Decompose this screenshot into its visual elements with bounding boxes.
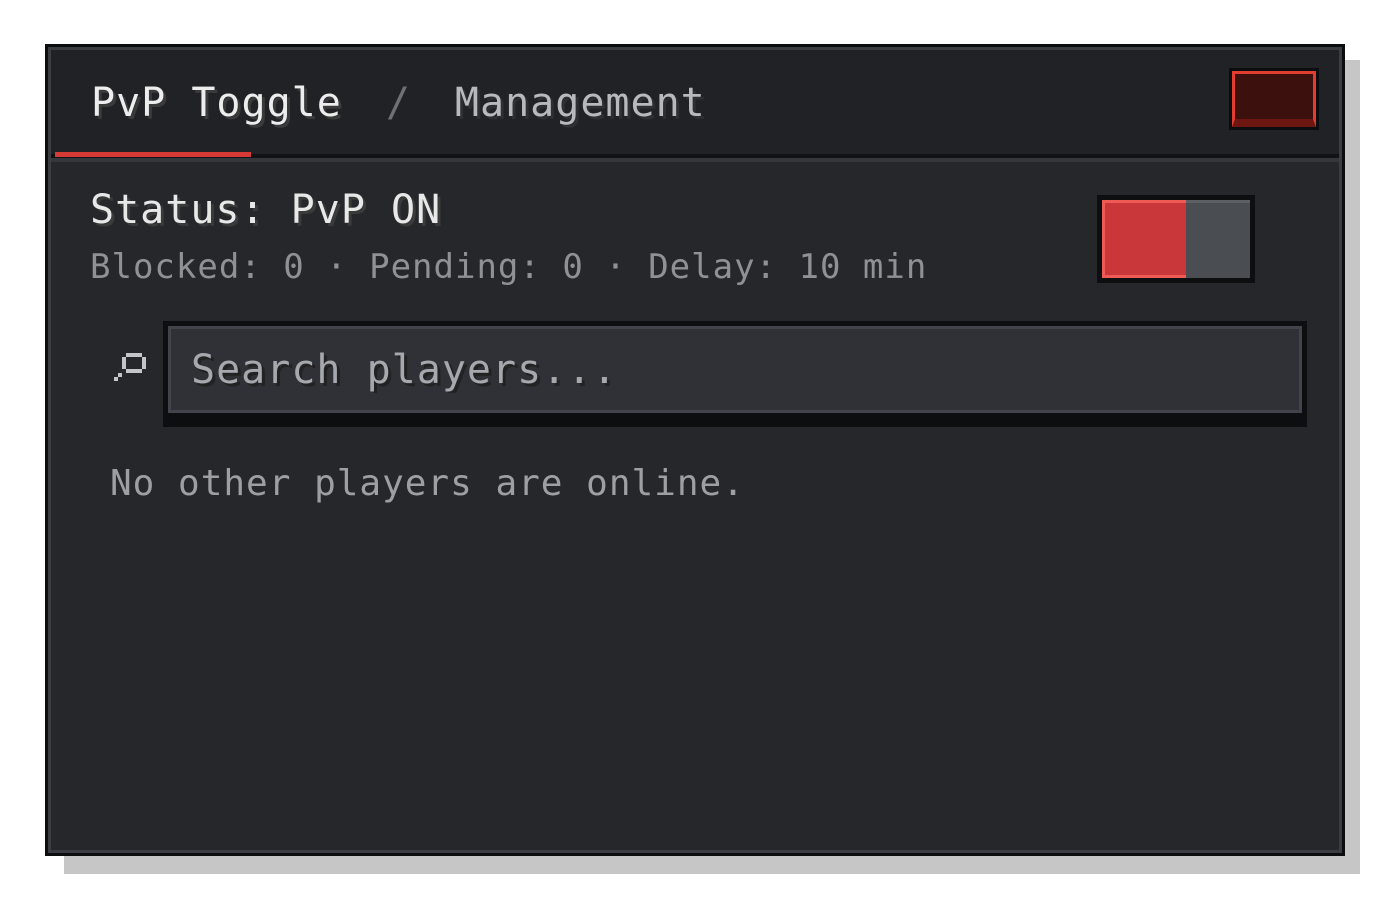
status-details: Blocked: 0 · Pending: 0 · Delay: 10 min xyxy=(90,247,928,287)
toggle-on-segment xyxy=(1102,200,1186,278)
search-input-frame xyxy=(163,321,1307,427)
search-field xyxy=(168,326,1302,413)
search-input[interactable] xyxy=(189,345,1299,394)
close-button[interactable] xyxy=(1229,68,1319,130)
pvp-toggle-switch[interactable] xyxy=(1097,195,1255,283)
toggle-off-segment xyxy=(1186,200,1250,278)
active-tab-indicator xyxy=(55,152,251,157)
breadcrumb-separator: / xyxy=(385,80,411,126)
empty-player-list-message: No other players are online. xyxy=(110,463,745,504)
search-icon xyxy=(112,347,146,387)
tab-management[interactable]: Management xyxy=(455,80,706,126)
window-header: PvP Toggle / Management xyxy=(51,50,1339,162)
status-title: Status: PvP ON xyxy=(90,187,442,233)
pvp-window: PvP Toggle / Management Status: PvP ON B… xyxy=(45,44,1345,856)
header-divider xyxy=(51,158,1339,162)
close-icon xyxy=(1232,71,1316,127)
breadcrumb: PvP Toggle / Management xyxy=(91,78,706,128)
tab-pvp-toggle[interactable]: PvP Toggle xyxy=(91,80,342,126)
